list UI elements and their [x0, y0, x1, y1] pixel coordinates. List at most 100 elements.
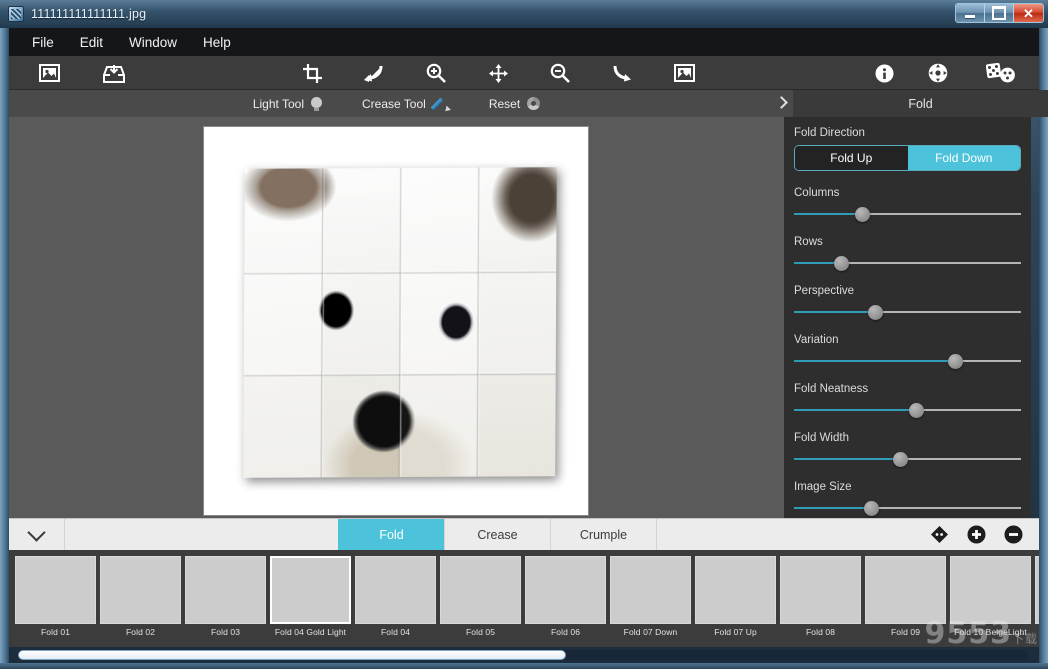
minimize-button[interactable]	[956, 4, 985, 22]
thumbnail-label: Fold 04	[355, 628, 436, 638]
columns-slider[interactable]	[794, 206, 1021, 222]
fold-up-option[interactable]: Fold Up	[795, 146, 908, 170]
crease-tool-button[interactable]: Crease Tool	[362, 96, 449, 112]
slider-fill	[794, 311, 876, 313]
settings-icon[interactable]	[923, 59, 953, 87]
thumbnail-fold-02[interactable]: Fold 02	[100, 556, 181, 638]
slider-columns: Columns	[794, 187, 1021, 222]
thumbnail-fold-04-gold-light[interactable]: Fold 04 Gold Light	[270, 556, 351, 638]
thumbnail-fold-01[interactable]: Fold 01	[15, 556, 96, 638]
slider-knob[interactable]	[855, 207, 870, 222]
preset-thumbnail-strip[interactable]: Fold 01 Fold 02 Fold 03 Fold 04 Gold Lig…	[9, 550, 1039, 647]
thumbnail-fold-06[interactable]: Fold 06	[525, 556, 606, 638]
tab-crease[interactable]: Crease	[444, 519, 550, 550]
slider-fold-neatness: Fold Neatness	[794, 383, 1021, 418]
fold-width-slider[interactable]	[794, 451, 1021, 467]
variation-label: Variation	[794, 334, 1021, 346]
thumbnail-label: Fold 03	[185, 628, 266, 638]
thumbnail-fold-08[interactable]: Fold 08	[780, 556, 861, 638]
image-size-slider[interactable]	[794, 500, 1021, 516]
thumbnail-fold-09[interactable]: Fold 09	[865, 556, 946, 638]
perspective-slider[interactable]	[794, 304, 1021, 320]
thumbnail-fold-05[interactable]: Fold 05	[440, 556, 521, 638]
zoom-in-icon[interactable]	[421, 59, 451, 87]
thumbnail-preview	[270, 556, 351, 624]
info-icon[interactable]	[869, 59, 899, 87]
preset-actions	[930, 519, 1039, 550]
chevron-down-icon[interactable]	[9, 519, 64, 550]
random-preset-button[interactable]	[930, 525, 949, 544]
thumbnail-fold-10-beige-light[interactable]: Fold 10 BeigeLight	[950, 556, 1031, 638]
add-preset-button[interactable]	[967, 525, 986, 544]
sub-toolbar: Light Tool Crease Tool Reset Fold	[9, 90, 1039, 117]
fold-direction-control: Fold Up Fold Down	[794, 145, 1021, 171]
slider-fill	[794, 409, 917, 411]
open-image-icon[interactable]	[34, 59, 64, 87]
thumbnail-fold-10[interactable]: Fold 10	[1035, 556, 1039, 638]
thumbnail-preview	[100, 556, 181, 624]
menu-edit[interactable]: Edit	[67, 32, 116, 53]
thumbnail-preview	[950, 556, 1031, 624]
slider-knob[interactable]	[868, 305, 883, 320]
thumbnail-label: Fold 04 Gold Light	[270, 628, 351, 638]
reset-label: Reset	[489, 97, 520, 111]
slider-knob[interactable]	[864, 501, 879, 516]
thumbnail-preview	[15, 556, 96, 624]
title-bar: 111111111111111.jpg ✕	[0, 0, 1048, 28]
folded-photo[interactable]	[243, 167, 557, 478]
close-button[interactable]: ✕	[1014, 4, 1043, 22]
menu-help[interactable]: Help	[190, 32, 244, 53]
rows-label: Rows	[794, 236, 1021, 248]
menu-window[interactable]: Window	[116, 32, 190, 53]
thumbnail-fold-03[interactable]: Fold 03	[185, 556, 266, 638]
tab-crumple[interactable]: Crumple	[550, 519, 656, 550]
move-icon[interactable]	[483, 59, 513, 87]
remove-preset-button[interactable]	[1004, 525, 1023, 544]
slider-knob[interactable]	[948, 354, 963, 369]
pencil-icon	[433, 96, 449, 112]
reset-button[interactable]: Reset	[489, 97, 540, 111]
save-image-icon[interactable]	[99, 59, 129, 87]
tab-fold[interactable]: Fold	[338, 519, 444, 550]
crop-icon[interactable]	[297, 59, 327, 87]
slider-fill	[794, 507, 871, 509]
slider-knob[interactable]	[893, 452, 908, 467]
slider-fill	[794, 360, 955, 362]
menu-file[interactable]: File	[19, 32, 67, 53]
chevron-right-icon[interactable]	[774, 96, 788, 110]
rows-slider[interactable]	[794, 255, 1021, 271]
slider-knob[interactable]	[909, 403, 924, 418]
fit-image-icon[interactable]	[669, 59, 699, 87]
light-tool-button[interactable]: Light Tool	[253, 97, 322, 111]
refresh-icon	[527, 97, 540, 110]
fold-down-option[interactable]: Fold Down	[908, 146, 1021, 170]
thumbnail-fold-07-up[interactable]: Fold 07 Up	[695, 556, 776, 638]
undo-icon[interactable]	[359, 59, 389, 87]
window-title: 111111111111111.jpg	[31, 7, 146, 21]
main-toolbar	[9, 56, 1039, 90]
effects-icon[interactable]	[981, 59, 1021, 87]
canvas-area[interactable]	[9, 117, 784, 518]
thumbnail-label: Fold 08	[780, 628, 861, 638]
columns-label: Columns	[794, 187, 1021, 199]
thumbnail-fold-07-down[interactable]: Fold 07 Down	[610, 556, 691, 638]
thumbnail-fold-04[interactable]: Fold 04	[355, 556, 436, 638]
fold-width-label: Fold Width	[794, 432, 1021, 444]
scrollbar-thumb[interactable]	[18, 650, 566, 660]
zoom-out-icon[interactable]	[545, 59, 575, 87]
thumbnail-preview	[1035, 556, 1039, 624]
redo-icon[interactable]	[607, 59, 637, 87]
crease-tool-label: Crease Tool	[362, 97, 426, 111]
fold-neatness-slider[interactable]	[794, 402, 1021, 418]
thumbnail-label: Fold 10	[1035, 628, 1039, 638]
slider-knob[interactable]	[834, 256, 849, 271]
horizontal-scrollbar[interactable]	[9, 647, 1039, 663]
thumbnail-preview	[355, 556, 436, 624]
variation-slider[interactable]	[794, 353, 1021, 369]
fold-grid-overlay	[243, 167, 557, 478]
thumbnail-preview	[865, 556, 946, 624]
window-edge-left	[0, 28, 9, 669]
slider-image-size: Image Size	[794, 481, 1021, 516]
menu-bar: File Edit Window Help	[9, 28, 1039, 56]
maximize-button[interactable]	[985, 4, 1014, 22]
